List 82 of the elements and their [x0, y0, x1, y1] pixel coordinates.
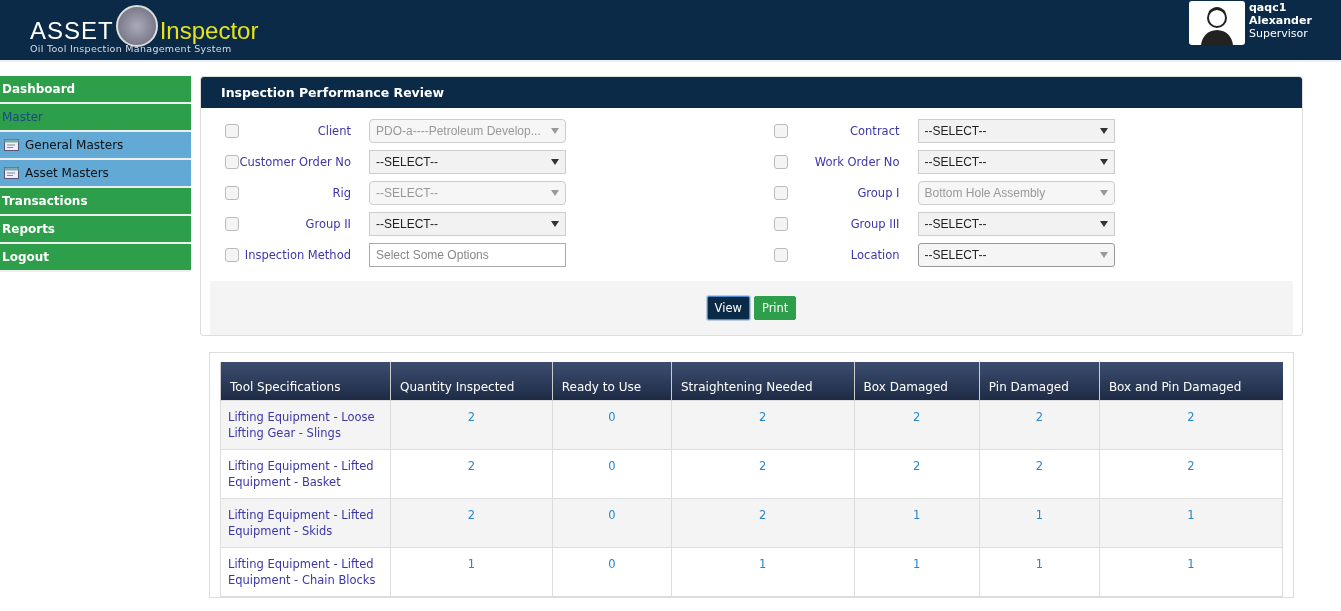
- checkbox[interactable]: [225, 216, 239, 231]
- field-label: Contract: [849, 123, 900, 138]
- caret-icon: [551, 220, 559, 227]
- field-label: Work Order No: [813, 154, 900, 169]
- table-cell: 1: [1099, 498, 1283, 548]
- checkbox[interactable]: [225, 247, 239, 262]
- checkbox[interactable]: [773, 247, 788, 262]
- column-header: Pin Damaged: [979, 362, 1100, 401]
- caret-icon: [1099, 189, 1108, 196]
- table-cell: 2: [854, 400, 980, 450]
- table-cell: 2: [1099, 449, 1283, 499]
- column-header: Box and Pin Damaged: [1099, 362, 1283, 401]
- table-cell: 0: [552, 498, 672, 548]
- multiselect-field[interactable]: Select Some Options: [369, 242, 566, 267]
- sidebar-item[interactable]: Asset Masters: [0, 160, 191, 188]
- tool-link[interactable]: Lifting Equipment - Lifted Equipment - Chain Blocks: [220, 547, 391, 597]
- username: qaqc1: [1249, 1, 1288, 14]
- table-cell: 2: [854, 449, 980, 499]
- field-label: Customer Order No: [239, 154, 351, 169]
- caret-icon: [551, 127, 559, 134]
- table-cell: 0: [552, 449, 672, 499]
- table-cell: 0: [552, 400, 672, 450]
- logo-emblem: [115, 5, 158, 47]
- checkbox[interactable]: [773, 154, 788, 169]
- table-cell: 1: [1099, 547, 1283, 597]
- table-cell: 2: [390, 498, 553, 548]
- table-cell: 2: [671, 400, 855, 450]
- caret-icon: [551, 158, 559, 165]
- column-header: Box Damaged: [854, 362, 980, 401]
- column-header: Tool Specifications: [220, 362, 391, 401]
- select-dropdown[interactable]: --SELECT--: [369, 211, 566, 236]
- tool-link[interactable]: Lifting Equipment - Lifted Equipment - Basket: [220, 449, 391, 499]
- field-label: Inspection Method: [243, 247, 351, 262]
- caret-icon: [1099, 127, 1108, 134]
- user-role: Supervisor: [1249, 27, 1309, 40]
- field-label: Location: [849, 247, 900, 262]
- logo-tagline: Oil Tool Inspection Management System: [30, 43, 232, 54]
- field-label: Group II: [304, 216, 351, 231]
- table-cell: 1: [979, 547, 1100, 597]
- table-cell: 1: [854, 547, 980, 597]
- logo-text: Inspector: [159, 19, 259, 43]
- tool-link[interactable]: Lifting Equipment - Lifted Equipment - Skids: [220, 498, 391, 548]
- panel-title: Inspection Performance Review: [201, 77, 1302, 108]
- checkbox[interactable]: [773, 216, 788, 231]
- table-cell: 2: [979, 400, 1100, 450]
- logo-text: ASSET: [30, 19, 114, 43]
- avatar-icon: [1189, 1, 1245, 45]
- table-cell: 0: [552, 547, 672, 597]
- table-cell: 2: [390, 449, 553, 499]
- column-header: Straightening Needed: [671, 362, 855, 401]
- select-dropdown[interactable]: --SELECT--: [917, 118, 1115, 143]
- user-name: Alexander: [1249, 14, 1313, 27]
- field-label: Group III: [849, 216, 900, 231]
- sidebar-item[interactable]: General Masters: [0, 132, 191, 160]
- table-cell: 2: [1099, 400, 1283, 450]
- column-header: Quantity Inspected: [390, 362, 553, 401]
- list-icon: [4, 167, 19, 179]
- tool-link[interactable]: Lifting Equipment - Loose Lifting Gear - Slings: [220, 400, 391, 450]
- table-cell: 2: [671, 498, 855, 548]
- table-cell: 1: [390, 547, 553, 597]
- checkbox[interactable]: [225, 154, 239, 169]
- table-cell: 2: [979, 449, 1100, 499]
- field-label: Client: [316, 123, 351, 138]
- table-cell: 2: [390, 400, 553, 450]
- select-dropdown[interactable]: --SELECT--: [917, 149, 1115, 174]
- field-label: Group I: [856, 185, 900, 200]
- select-dropdown[interactable]: --SELECT--: [917, 242, 1115, 267]
- caret-icon: [1099, 158, 1108, 165]
- field-label: Rig: [331, 185, 351, 200]
- column-header: Ready to Use: [552, 362, 672, 401]
- table-cell: 1: [854, 498, 980, 548]
- table-cell: 1: [671, 547, 855, 597]
- caret-icon: [1099, 251, 1108, 258]
- select-dropdown[interactable]: --SELECT--: [369, 149, 566, 174]
- checkbox[interactable]: [773, 123, 788, 138]
- caret-icon: [1099, 220, 1108, 227]
- list-icon: [4, 139, 19, 151]
- select-dropdown[interactable]: --SELECT--: [917, 211, 1115, 236]
- view-button[interactable]: View: [706, 296, 750, 320]
- caret-icon: [551, 189, 559, 196]
- table-cell: 2: [671, 449, 855, 499]
- table-cell: 1: [979, 498, 1100, 548]
